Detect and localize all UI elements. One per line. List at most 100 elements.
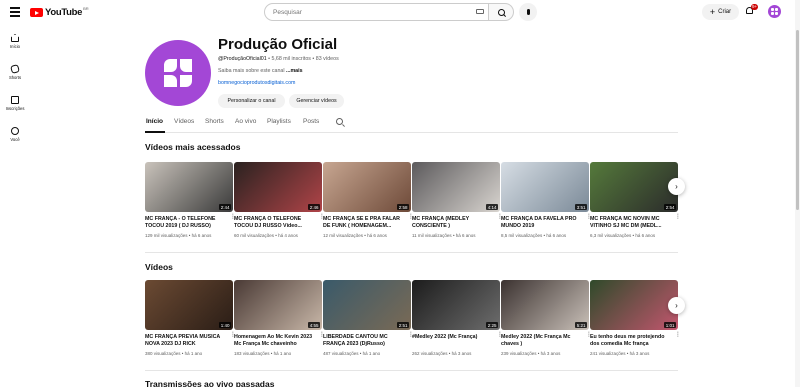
youtube-logo[interactable]: YouTube BR: [30, 6, 89, 18]
video-title[interactable]: MC FRANÇA SE É PRA FALAR DE FUNK ( HOMEN…: [323, 216, 411, 230]
tab-shorts[interactable]: Shorts: [205, 118, 224, 125]
video-thumbnail[interactable]: 3:51: [501, 162, 589, 212]
video-meta: 262 visualizações • há 3 anos: [412, 351, 472, 357]
video-views: 11 mil visualizações: [412, 233, 452, 239]
tab-posts[interactable]: Posts: [303, 118, 319, 125]
shorts-icon: [10, 64, 20, 74]
video-title[interactable]: LIBERDADE CANTOU MC FRANÇA 2023 (DjRusso…: [323, 334, 411, 348]
section-divider: [145, 252, 678, 253]
video-meta: 183 visualizações • há 1 ano: [234, 351, 292, 357]
chevron-right-icon: ›: [675, 301, 678, 310]
scrollbar[interactable]: [795, 0, 800, 387]
section-title-live: Transmissões ao vivo passadas: [145, 379, 275, 387]
next-arrow-button[interactable]: ›: [668, 178, 685, 195]
video-title[interactable]: MC FRANÇA MC NOVIN MC VITINHO SJ MC DM (…: [590, 216, 678, 230]
video-thumbnail[interactable]: 5:21: [501, 280, 589, 330]
notifications-button[interactable]: 9+: [746, 4, 759, 16]
manage-videos-button[interactable]: Gerenciar vídeos: [289, 94, 344, 108]
more-options-icon[interactable]: ⋮: [497, 214, 503, 220]
channel-search-icon[interactable]: [336, 118, 343, 125]
video-card[interactable]: 2:54 MC FRANÇA MC NOVIN MC VITINHO SJ MC …: [590, 162, 681, 239]
tab-videos[interactable]: Vídeos: [174, 118, 194, 125]
video-thumbnail[interactable]: 2:44: [145, 162, 233, 212]
more-options-icon[interactable]: ⋮: [675, 214, 681, 220]
video-title[interactable]: MC FRANÇA (MEDLEY CONSCIENTE ): [412, 216, 500, 230]
video-thumbnail[interactable]: 4:14: [412, 162, 500, 212]
video-meta: 241 visualizações • há 3 anos: [590, 351, 650, 357]
video-age: há 6 anos: [635, 233, 656, 239]
video-meta: 8,5 mil visualizações • há 6 anos: [501, 233, 567, 239]
video-title[interactable]: Eu tenho deus me protejendo dos comedia …: [590, 334, 678, 348]
video-title[interactable]: MC FRANÇA DA FAVELA PRO MUNDO 2019: [501, 216, 589, 230]
video-card[interactable]: 2:51 LIBERDADE CANTOU MC FRANÇA 2023 (DjR…: [323, 280, 414, 356]
video-title[interactable]: #Medley 2022 (Mc França): [412, 334, 500, 348]
more-options-icon[interactable]: ⋮: [497, 332, 503, 338]
next-arrow-button[interactable]: ›: [668, 297, 685, 314]
video-thumbnail[interactable]: 2:25: [412, 280, 500, 330]
video-thumbnail[interactable]: 4:55: [234, 280, 322, 330]
create-button[interactable]: + Criar: [702, 4, 739, 20]
video-card[interactable]: 2:25 #Medley 2022 (Mc França) 262 visualiz…: [412, 280, 503, 357]
video-card[interactable]: 5:21 Medley 2022 (Mc França Mc chaves ) 23…: [501, 280, 592, 357]
video-card[interactable]: 1:40 MC FRANÇA PREVIA MUSICA NOVA 2023 DJ…: [145, 280, 236, 357]
video-thumbnail[interactable]: 2:51: [323, 280, 411, 330]
video-age: há 6 anos: [367, 233, 387, 239]
channel-tabs: Início Vídeos Shorts Ao vivo Playlists P…: [145, 112, 678, 133]
top-bar: YouTube BR + Criar 9+: [0, 0, 800, 26]
video-card[interactable]: 4:14 MC FRANÇA (MEDLEY CONSCIENTE ) 11 mil…: [412, 162, 503, 239]
video-card[interactable]: 1:01 Eu tenho deus me protejendo dos come…: [590, 280, 681, 357]
video-card[interactable]: 2:44 MC FRANÇA - O TELEFONE TOCOU 2019 ( …: [145, 162, 236, 239]
customize-channel-button[interactable]: Personalizar o canal: [218, 94, 285, 108]
voice-search-button[interactable]: [519, 3, 537, 21]
video-meta: 239 visualizações • há 3 anos: [501, 351, 561, 357]
channel-link[interactable]: bomnegocioprodutosdigitais.com: [218, 80, 295, 86]
nav-label: Você: [10, 137, 20, 142]
search-button[interactable]: [489, 3, 514, 21]
tab-playlists[interactable]: Playlists: [267, 118, 291, 125]
video-card[interactable]: 3:51 MC FRANÇA DA FAVELA PRO MUNDO 2019 8,…: [501, 162, 592, 239]
nav-item-home[interactable]: Início: [0, 26, 30, 57]
nav-item-shorts[interactable]: Shorts: [0, 57, 30, 88]
channel-avatar[interactable]: [145, 40, 211, 106]
more-options-icon[interactable]: ⋮: [586, 332, 592, 338]
video-duration: 5:21: [575, 322, 587, 328]
video-title[interactable]: MC FRANÇA O TELEFONE TOCOU DJ RUSSO Víde…: [234, 216, 322, 230]
video-thumbnail[interactable]: 1:01: [590, 280, 678, 330]
more-options-icon[interactable]: ⋮: [408, 214, 414, 220]
more-options-icon[interactable]: ⋮: [319, 332, 325, 338]
more-options-icon[interactable]: ⋮: [675, 332, 681, 338]
you-icon: [11, 127, 19, 135]
video-thumbnail[interactable]: 2:54: [590, 162, 678, 212]
video-thumbnail[interactable]: 1:40: [145, 280, 233, 330]
home-icon: [11, 34, 19, 42]
video-card[interactable]: 2:58 MC FRANÇA SE É PRA FALAR DE FUNK ( H…: [323, 162, 414, 239]
video-card[interactable]: 4:55 Homenagem Ao Mc Kevin 2023 Mc França…: [234, 280, 325, 357]
tab-live[interactable]: Ao vivo: [235, 118, 256, 125]
nav-item-you[interactable]: Você: [0, 119, 30, 150]
video-thumbnail[interactable]: 2:46: [234, 162, 322, 212]
video-thumbnail[interactable]: 2:58: [323, 162, 411, 212]
video-duration: 2:46: [308, 204, 320, 210]
more-options-icon[interactable]: ⋮: [230, 214, 236, 220]
tab-home[interactable]: Início: [146, 118, 163, 125]
video-age: há 6 anos: [191, 233, 212, 239]
more-options-icon[interactable]: ⋮: [230, 332, 236, 338]
video-title[interactable]: MC FRANÇA - O TELEFONE TOCOU 2019 ( DJ R…: [145, 216, 233, 230]
video-title[interactable]: Medley 2022 (Mc França Mc chaves ): [501, 334, 589, 348]
search-input[interactable]: [264, 3, 489, 21]
video-title[interactable]: MC FRANÇA PREVIA MUSICA NOVA 2023 DJ RIC…: [145, 334, 233, 348]
more-options-icon[interactable]: ⋮: [319, 214, 325, 220]
nav-item-subscriptions[interactable]: Inscrições: [0, 88, 30, 119]
more-options-icon[interactable]: ⋮: [586, 214, 592, 220]
video-views: 380 visualizações: [145, 351, 181, 357]
create-label: Criar: [718, 9, 732, 15]
channel-description[interactable]: Saiba mais sobre este canal ...mais: [218, 68, 303, 74]
more-options-icon[interactable]: ⋮: [408, 332, 414, 338]
menu-icon[interactable]: [10, 7, 20, 17]
scrollbar-thumb[interactable]: [796, 30, 799, 210]
video-card[interactable]: 2:46 MC FRANÇA O TELEFONE TOCOU DJ RUSSO …: [234, 162, 325, 238]
keyboard-icon[interactable]: [476, 9, 484, 14]
video-title[interactable]: Homenagem Ao Mc Kevin 2023 Mc França Mc …: [234, 334, 322, 348]
more-link[interactable]: ...mais: [286, 68, 303, 74]
account-avatar[interactable]: [768, 5, 781, 18]
